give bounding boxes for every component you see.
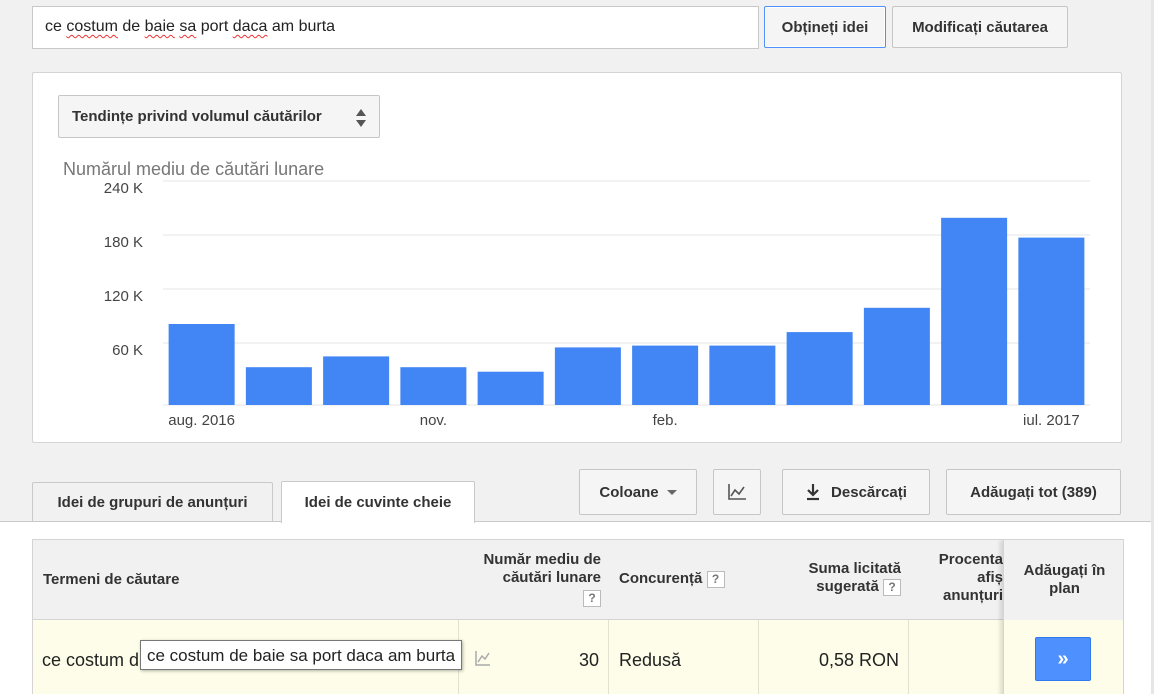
- header-impression-share[interactable]: Procenta afiș anunțuri: [923, 551, 1003, 605]
- chart-bar: [632, 345, 699, 405]
- x-tick-label: nov.: [420, 412, 447, 429]
- search-input[interactable]: ce costum de baie sa port daca am burta: [32, 6, 759, 49]
- add-to-plan-cell: »: [1004, 620, 1123, 694]
- chart-toggle-button[interactable]: [713, 469, 761, 515]
- tab-keyword-ideas[interactable]: Idei de cuvinte cheie: [281, 481, 475, 523]
- y-tick-label: 180 K: [104, 234, 143, 251]
- column-divider: [608, 620, 609, 694]
- header-avg-searches[interactable]: Număr mediu de căutări lunare ?: [463, 551, 601, 607]
- add-to-plan-column: Adăugați în plan »: [1003, 540, 1123, 694]
- search-query-word: port: [200, 18, 229, 35]
- search-volume-chart: 60 K 120 K 180 K 240 K aug. 2016 nov. feb. iul.…: [104, 180, 1090, 429]
- download-label: Descărcați: [831, 483, 907, 501]
- row-search-term[interactable]: ce costum d: [42, 650, 139, 671]
- add-to-plan-button[interactable]: »: [1035, 637, 1091, 681]
- header-search-terms[interactable]: Termeni de căutare: [43, 571, 179, 589]
- chart-bar: [941, 217, 1008, 405]
- help-icon[interactable]: ?: [706, 570, 725, 588]
- search-query-word: costum: [66, 18, 118, 35]
- row-avg-searches: 30: [578, 650, 599, 670]
- chart-bar: [168, 324, 235, 405]
- search-query-word: am: [271, 18, 295, 35]
- search-query-text: ce costum de baie sa port daca am burta: [45, 18, 335, 36]
- chart-bar: [323, 356, 390, 405]
- modify-search-button[interactable]: Modificați căutarea: [892, 6, 1068, 48]
- header-competition[interactable]: Concurență ?: [619, 570, 725, 588]
- x-tick-label: aug. 2016: [168, 412, 235, 429]
- search-query-word: sa: [179, 18, 197, 35]
- chevron-down-icon: [666, 489, 677, 495]
- x-tick-label: feb.: [653, 412, 678, 429]
- download-button[interactable]: Descărcați: [782, 469, 930, 515]
- chart-bar: [400, 367, 467, 405]
- chart-bar: [786, 332, 853, 405]
- get-ideas-button[interactable]: Obțineți idei: [764, 6, 886, 48]
- search-query-word: de: [122, 18, 141, 35]
- x-tick-label: iul. 2017: [1023, 412, 1080, 429]
- search-query-word: ce: [45, 18, 62, 35]
- header-add-to-plan: Adăugați în plan: [1004, 540, 1123, 620]
- column-divider: [908, 620, 909, 694]
- keyword-table: Termeni de căutare Număr mediu de căutăr…: [32, 539, 1124, 694]
- y-tick-label: 120 K: [104, 288, 143, 305]
- chart-bar: [1018, 237, 1085, 405]
- term-tooltip: ce costum de baie sa port daca am burta: [140, 640, 463, 670]
- search-volume-card: Tendințe privind volumul căutărilor Numă…: [32, 72, 1122, 443]
- search-query-word: daca: [232, 18, 268, 35]
- search-query-word: baie: [144, 18, 175, 35]
- column-divider: [758, 620, 759, 694]
- help-icon[interactable]: ?: [583, 589, 601, 607]
- tab-ad-group-ideas[interactable]: Idei de grupuri de anunțuri: [32, 482, 273, 521]
- add-all-button[interactable]: Adăugați tot (389): [946, 469, 1121, 515]
- row-suggested-bid: 0,58 RON: [818, 650, 899, 670]
- table-header: Termeni de căutare Număr mediu de căutăr…: [33, 540, 1123, 620]
- chart-bar: [477, 371, 544, 405]
- columns-label: Coloane: [599, 483, 659, 501]
- y-tick-label: 240 K: [104, 180, 143, 197]
- chart-bar: [863, 307, 930, 405]
- help-icon[interactable]: ?: [883, 578, 901, 596]
- line-chart-icon: [728, 484, 746, 500]
- search-query-word: burta: [298, 18, 336, 35]
- chart-bar: [245, 367, 312, 405]
- y-tick-label: 60 K: [112, 342, 143, 359]
- row-competition: Redusă: [619, 650, 682, 670]
- download-icon: [807, 484, 820, 501]
- header-suggested-bid[interactable]: Suma licitată sugerată ?: [773, 560, 901, 596]
- chart-bar: [554, 347, 621, 405]
- chart-bar: [709, 345, 776, 405]
- columns-button[interactable]: Coloane: [579, 469, 697, 515]
